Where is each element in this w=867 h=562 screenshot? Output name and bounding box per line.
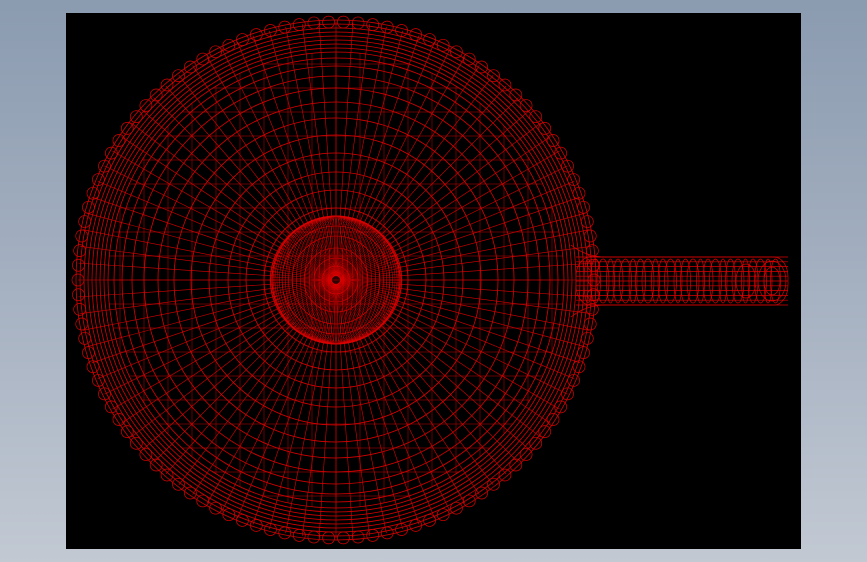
cad-graphics-window	[0, 0, 867, 562]
handle-wireframe	[570, 244, 789, 318]
pan-body-wireframe	[75, 19, 597, 541]
model-viewport[interactable]	[66, 13, 801, 549]
wireframe-model[interactable]	[66, 13, 801, 549]
